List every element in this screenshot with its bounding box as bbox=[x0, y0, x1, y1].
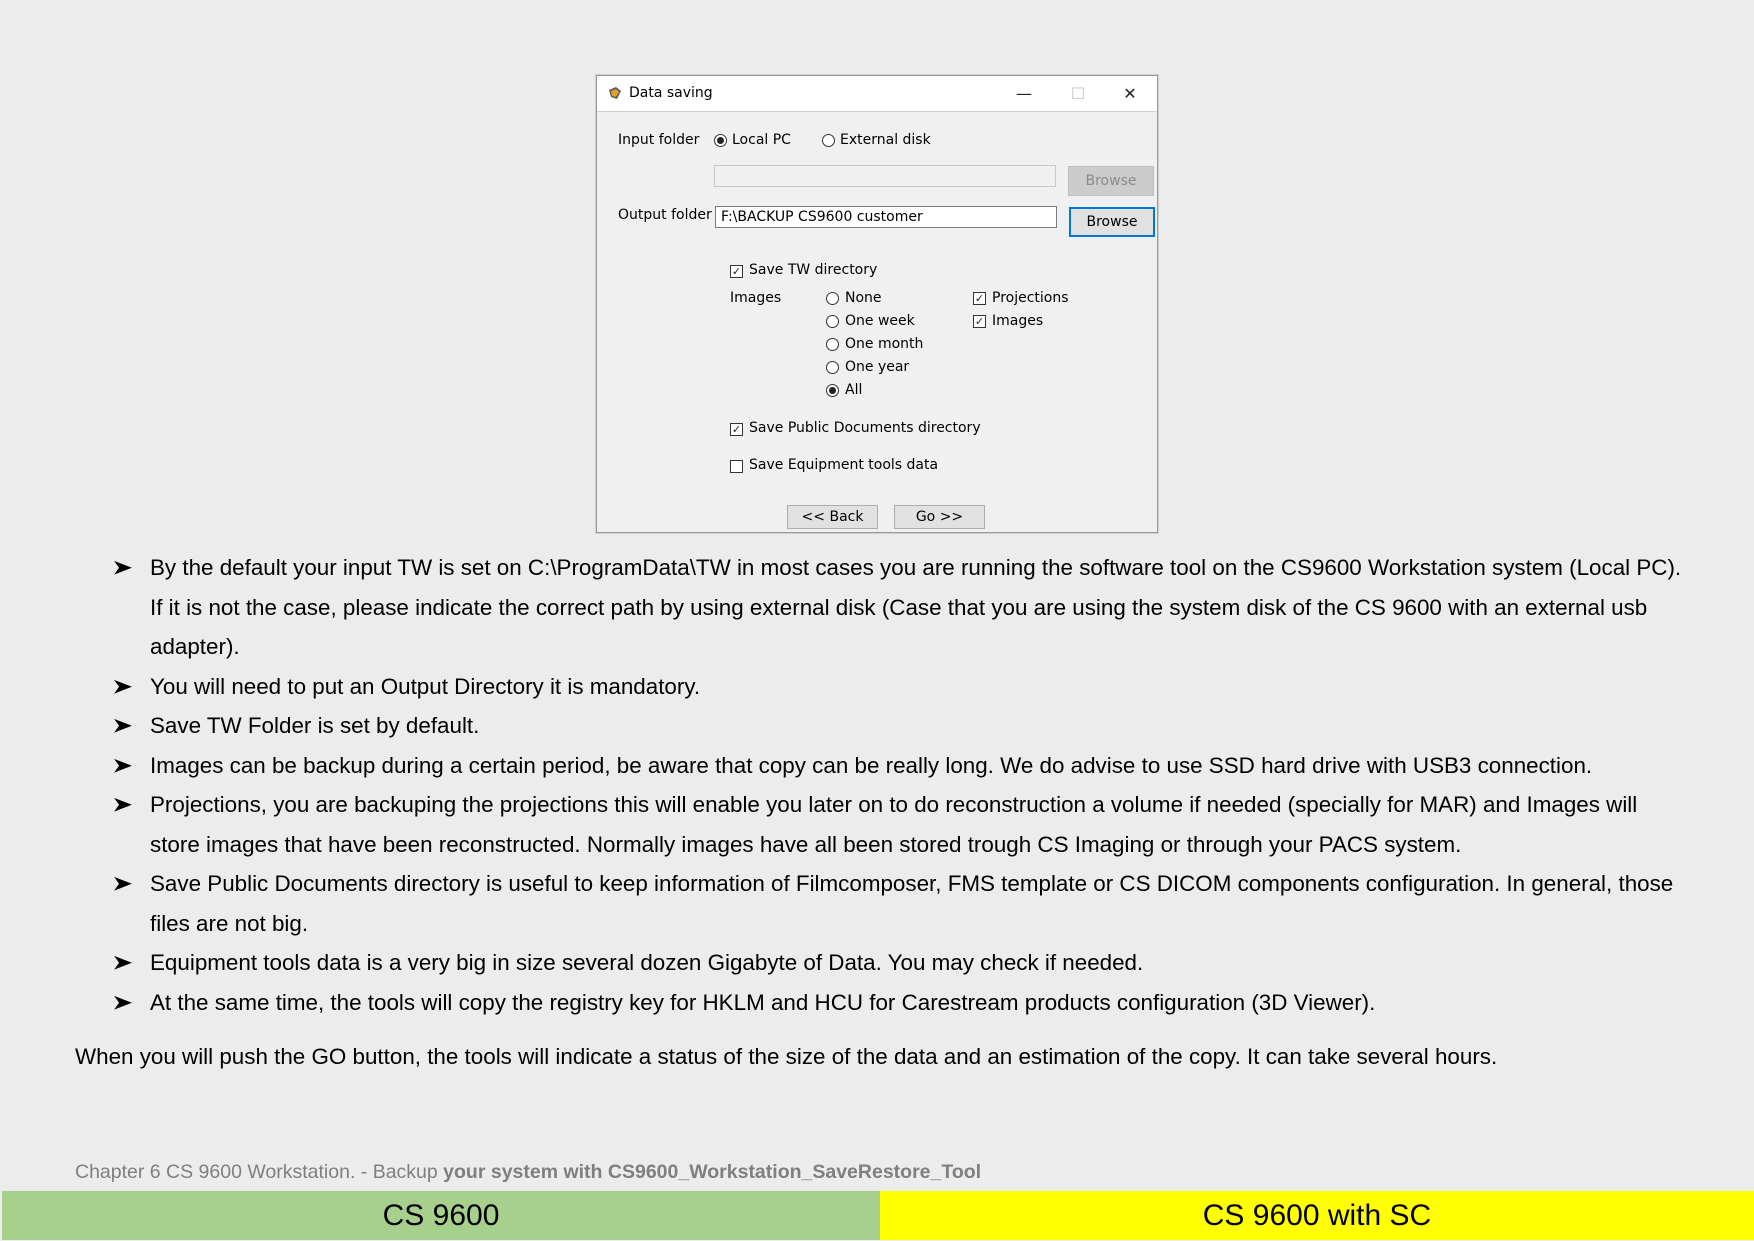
period-one-week-label: One week bbox=[845, 313, 915, 329]
bullet-text: At the same time, the tools will copy th… bbox=[150, 989, 1376, 1015]
save-public-label: Save Public Documents directory bbox=[749, 420, 981, 436]
period-one-year-radio[interactable] bbox=[826, 361, 839, 374]
explanation-list: By the default your input TW is set on C… bbox=[112, 548, 1682, 1022]
input-browse-button[interactable]: Browse bbox=[1068, 166, 1154, 196]
output-folder-label: Output folder bbox=[618, 207, 712, 223]
projections-label: Projections bbox=[992, 290, 1069, 306]
app-icon bbox=[609, 87, 621, 99]
period-all-radio[interactable] bbox=[826, 384, 839, 397]
go-button[interactable]: Go >> bbox=[894, 505, 985, 529]
save-tw-label: Save TW directory bbox=[749, 262, 878, 278]
arrow-bullet-icon bbox=[114, 797, 132, 812]
arrow-bullet-icon bbox=[114, 955, 132, 970]
bullet-text: Equipment tools data is a very big in si… bbox=[150, 950, 1144, 975]
arrow-bullet-icon bbox=[114, 679, 132, 694]
cs9600-tag: CS 9600 bbox=[2, 1191, 880, 1240]
arrow-bullet-icon bbox=[114, 560, 132, 575]
arrow-bullet-icon bbox=[114, 995, 132, 1010]
period-one-week-radio[interactable] bbox=[826, 315, 839, 328]
chapter-footer: Chapter 6 CS 9600 Workstation. - Backup … bbox=[75, 1161, 981, 1184]
back-button[interactable]: << Back bbox=[787, 505, 878, 529]
arrow-bullet-icon bbox=[114, 876, 132, 891]
images-label: Images bbox=[730, 290, 782, 306]
maximize-icon[interactable]: ☐ bbox=[1055, 76, 1101, 111]
list-item: Projections, you are backuping the proje… bbox=[112, 785, 1682, 864]
input-folder-label: Input folder bbox=[618, 132, 700, 148]
list-item: You will need to put an Output Directory… bbox=[112, 667, 1682, 707]
local-pc-radio[interactable] bbox=[714, 134, 727, 147]
list-item: Equipment tools data is a very big in si… bbox=[112, 943, 1682, 983]
close-icon[interactable]: ✕ bbox=[1107, 76, 1153, 111]
images-option-label: Images bbox=[992, 313, 1044, 329]
list-item: At the same time, the tools will copy th… bbox=[112, 983, 1682, 1023]
save-public-checkbox[interactable]: ✓ bbox=[730, 423, 743, 436]
save-equipment-checkbox[interactable] bbox=[730, 460, 743, 473]
local-pc-label: Local PC bbox=[732, 132, 791, 148]
images-checkbox[interactable]: ✓ bbox=[973, 315, 986, 328]
bullet-text: Save TW Folder is set by default. bbox=[150, 713, 480, 738]
list-item: Save Public Documents directory is usefu… bbox=[112, 864, 1682, 943]
period-one-month-radio[interactable] bbox=[826, 338, 839, 351]
dialog-title: Data saving bbox=[629, 85, 713, 101]
closing-paragraph: When you will push the GO button, the to… bbox=[75, 1044, 1498, 1069]
arrow-bullet-icon bbox=[114, 718, 132, 733]
chapter-text: Chapter 6 CS 9600 Workstation. bbox=[75, 1161, 361, 1183]
chapter-dash: - Backup bbox=[360, 1161, 444, 1183]
period-one-month-label: One month bbox=[845, 336, 924, 352]
period-none-radio[interactable] bbox=[826, 292, 839, 305]
list-item: By the default your input TW is set on C… bbox=[112, 548, 1682, 667]
list-item: Save TW Folder is set by default. bbox=[112, 706, 1682, 746]
bullet-text: By the default your input TW is set on C… bbox=[150, 555, 1682, 659]
output-browse-button[interactable]: Browse bbox=[1069, 207, 1155, 237]
period-none-label: None bbox=[845, 290, 882, 306]
minimize-icon[interactable]: — bbox=[1001, 76, 1047, 111]
output-path-field[interactable]: F:\BACKUP CS9600 customer bbox=[715, 206, 1057, 228]
save-tw-checkbox[interactable]: ✓ bbox=[730, 265, 743, 278]
bullet-text: You will need to put an Output Directory… bbox=[150, 673, 701, 699]
input-path-field[interactable] bbox=[714, 165, 1056, 187]
arrow-bullet-icon bbox=[114, 758, 132, 773]
data-saving-dialog: Data saving — ☐ ✕ Input folder Local PC … bbox=[596, 75, 1158, 533]
list-item: Images can be backup during a certain pe… bbox=[112, 746, 1682, 786]
chapter-bold-text: your system with CS9600_Workstation_Save… bbox=[443, 1161, 982, 1183]
bullet-text: Projections, you are backuping the proje… bbox=[150, 792, 1638, 857]
bullet-text: Images can be backup during a certain pe… bbox=[150, 752, 1593, 778]
projections-checkbox[interactable]: ✓ bbox=[973, 292, 986, 305]
title-bar: Data saving — ☐ ✕ bbox=[597, 76, 1157, 112]
external-disk-radio[interactable] bbox=[822, 134, 835, 147]
period-one-year-label: One year bbox=[845, 359, 910, 375]
external-disk-label: External disk bbox=[840, 132, 931, 148]
cs9600-sc-tag: CS 9600 with SC bbox=[880, 1191, 1754, 1240]
period-all-label: All bbox=[845, 382, 863, 398]
bullet-text: Save Public Documents directory is usefu… bbox=[150, 871, 1674, 936]
save-equipment-label: Save Equipment tools data bbox=[749, 457, 939, 473]
